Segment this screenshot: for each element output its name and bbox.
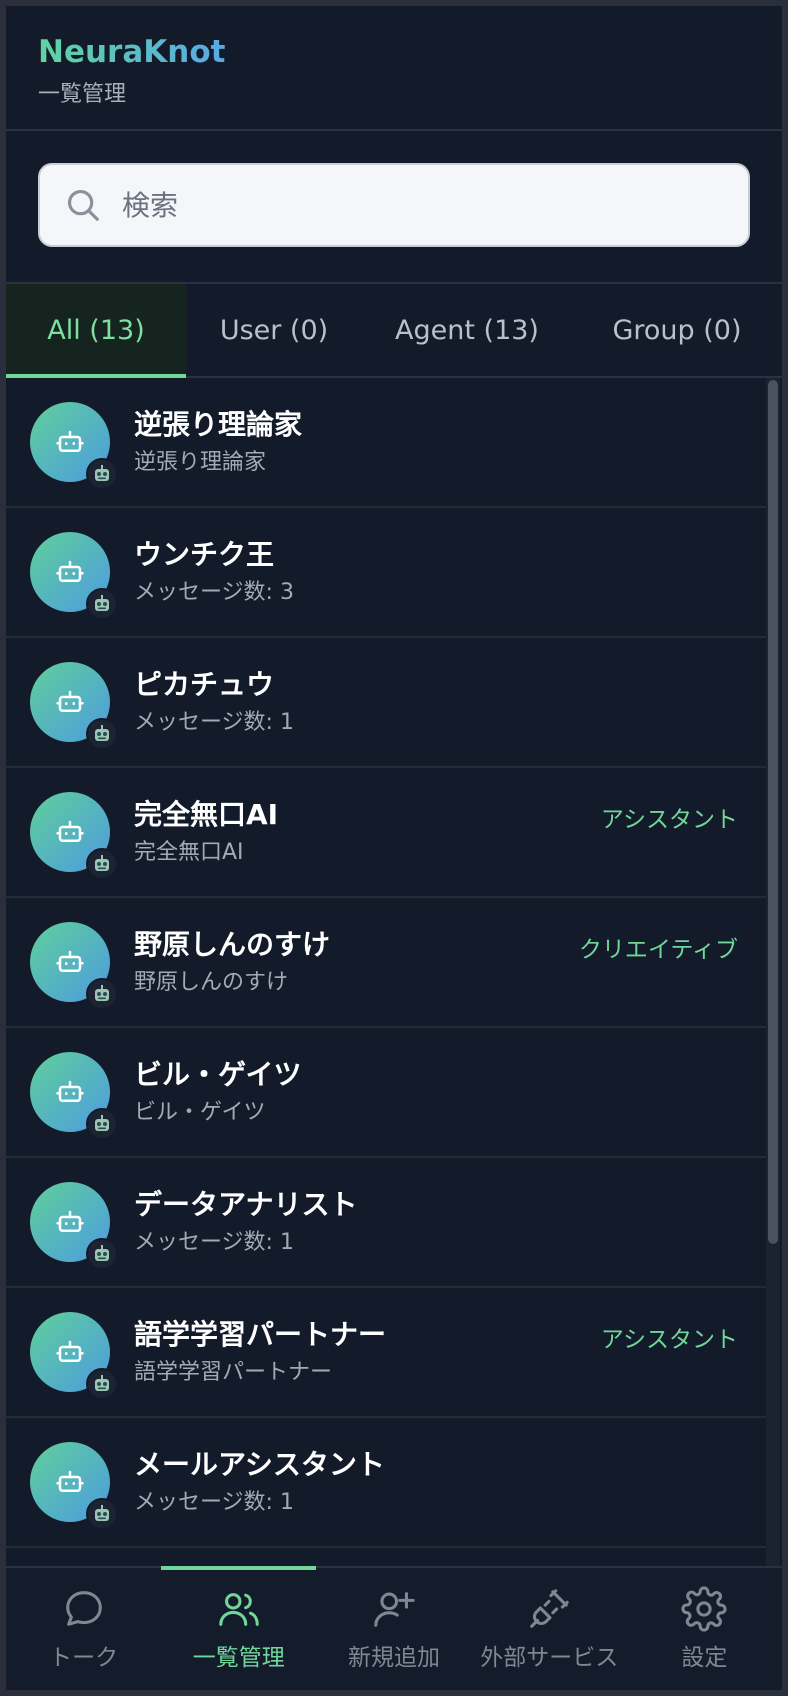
- user-plus-icon: [374, 1592, 415, 1627]
- search-icon: [67, 189, 99, 221]
- page-subtitle: 一覧管理: [38, 82, 127, 107]
- contact-list: 逆張り理論家 逆張り理論家 ウンチク王 メッセージ数: 3 ピカチュウ メッセー…: [6, 378, 782, 1566]
- list-item-name: 完全無口AI: [134, 798, 279, 831]
- robot-face-icon: [86, 718, 118, 750]
- avatar: [30, 922, 118, 1010]
- list-item-text: ウンチク王 メッセージ数: 3: [134, 537, 738, 607]
- search-input[interactable]: [122, 188, 748, 222]
- nav-label: トーク: [49, 1645, 119, 1671]
- app-header: NeuraKnot 一覧管理: [6, 6, 782, 131]
- list-item-subtitle: メッセージ数: 1: [134, 1230, 294, 1255]
- robot-face-icon: [86, 458, 118, 490]
- category-badge: アシスタント: [600, 807, 738, 833]
- tab-user[interactable]: User (0): [186, 284, 362, 376]
- list-item[interactable]: ビル・ゲイツ ビル・ゲイツ: [6, 1028, 770, 1158]
- bot-icon: [56, 1470, 84, 1492]
- list-item-subtitle: 逆張り理論家: [134, 450, 267, 475]
- avatar: [30, 1442, 118, 1530]
- list-item-text: ビル・ゲイツ ビル・ゲイツ: [134, 1057, 738, 1127]
- gear-icon: [681, 1586, 727, 1632]
- avatar: [30, 792, 118, 880]
- robot-face-icon: [86, 978, 118, 1010]
- robot-face-icon: [86, 1108, 118, 1140]
- list-item-subtitle: ビル・ゲイツ: [134, 1100, 266, 1125]
- bot-icon: [56, 690, 84, 712]
- nav-talk[interactable]: トーク: [6, 1568, 161, 1690]
- list-item-subtitle: メッセージ数: 1: [134, 1490, 294, 1515]
- nav-add-new[interactable]: 新規追加: [316, 1568, 471, 1690]
- list-item-name: データアナリスト: [134, 1188, 358, 1221]
- list-item-name: ピカチュウ: [134, 668, 275, 701]
- list-item-subtitle: メッセージ数: 1: [134, 710, 294, 735]
- chat-icon: [65, 1591, 102, 1626]
- list-item-name: ウンチク王: [134, 538, 275, 571]
- list-item[interactable]: ウンチク王 メッセージ数: 3: [6, 508, 770, 638]
- bot-icon: [56, 560, 84, 582]
- nav-external-services[interactable]: 外部サービス: [472, 1568, 627, 1690]
- nav-list-management[interactable]: 一覧管理: [161, 1566, 317, 1690]
- search-box[interactable]: [38, 163, 750, 247]
- avatar: [30, 662, 118, 750]
- avatar: [30, 1052, 118, 1140]
- bot-icon: [56, 820, 84, 842]
- list-item-text: 野原しんのすけ 野原しんのすけ: [134, 927, 579, 997]
- list-item-subtitle: 語学学習パートナー: [134, 1360, 333, 1385]
- bot-icon: [56, 430, 84, 452]
- avatar: [30, 1182, 118, 1270]
- bot-icon: [56, 1210, 84, 1232]
- list-item-text: 語学学習パートナー 語学学習パートナー: [134, 1317, 601, 1387]
- list-item[interactable]: データアナリスト メッセージ数: 1: [6, 1158, 770, 1288]
- category-badge: アシスタント: [600, 1327, 738, 1353]
- list-item[interactable]: 完全無口AI 完全無口AI アシスタント: [6, 768, 770, 898]
- list-item-name: ビル・ゲイツ: [134, 1058, 302, 1091]
- list-item-subtitle: 完全無口AI: [134, 840, 244, 865]
- app-frame: NeuraKnot 一覧管理 All (13) User (0) Agent (…: [6, 6, 782, 1690]
- robot-face-icon: [86, 1238, 118, 1270]
- robot-face-icon: [86, 1368, 118, 1400]
- list-item[interactable]: 語学学習パートナー 語学学習パートナー アシスタント: [6, 1288, 770, 1418]
- list-item-text: ピカチュウ メッセージ数: 1: [134, 667, 738, 737]
- scrollbar-thumb[interactable]: [768, 380, 778, 1244]
- list-item-name: メールアシスタント: [134, 1448, 385, 1481]
- category-badge: クリエイティブ: [578, 937, 738, 963]
- avatar: [30, 532, 118, 620]
- list-item-subtitle: 野原しんのすけ: [134, 970, 289, 995]
- app-title: NeuraKnot: [38, 34, 226, 70]
- list-item-text: 逆張り理論家 逆張り理論家: [134, 407, 738, 477]
- list-item-text: メールアシスタント メッセージ数: 1: [134, 1447, 738, 1517]
- nav-settings[interactable]: 設定: [627, 1568, 782, 1690]
- search-section: [6, 131, 782, 284]
- nav-label: 新規追加: [348, 1645, 440, 1671]
- list-item[interactable]: メールアシスタント メッセージ数: 1: [6, 1418, 770, 1548]
- tab-all[interactable]: All (13): [6, 284, 186, 378]
- users-icon: [219, 1593, 259, 1626]
- list-item-name: 野原しんのすけ: [134, 928, 331, 961]
- tab-group[interactable]: Group (0): [572, 284, 782, 376]
- list-item-text: 完全無口AI 完全無口AI: [134, 797, 601, 867]
- list-item-text: データアナリスト メッセージ数: 1: [134, 1187, 738, 1257]
- bottom-navigation: トーク 一覧管理 新規追加 外部サービス 設定: [6, 1566, 782, 1690]
- list-item-name: 逆張り理論家: [134, 408, 303, 441]
- bot-icon: [56, 1080, 84, 1102]
- avatar: [30, 402, 118, 490]
- robot-face-icon: [86, 1498, 118, 1530]
- tab-agent[interactable]: Agent (13): [362, 284, 572, 376]
- robot-face-icon: [86, 848, 118, 880]
- list-item-name: 語学学習パートナー: [134, 1318, 387, 1351]
- plug-icon: [530, 1589, 569, 1628]
- bot-icon: [56, 950, 84, 972]
- avatar: [30, 1312, 118, 1400]
- robot-face-icon: [86, 588, 118, 620]
- list-item-subtitle: メッセージ数: 3: [134, 580, 294, 605]
- list-item[interactable]: 逆張り理論家 逆張り理論家: [6, 378, 770, 508]
- bot-icon: [56, 1340, 84, 1362]
- list-item[interactable]: ピカチュウ メッセージ数: 1: [6, 638, 770, 768]
- filter-tabs: All (13) User (0) Agent (13) Group (0): [6, 284, 782, 378]
- list-item[interactable]: 野原しんのすけ 野原しんのすけ クリエイティブ: [6, 898, 770, 1028]
- nav-label: 一覧管理: [192, 1645, 285, 1671]
- nav-label: 外部サービス: [480, 1645, 619, 1671]
- nav-label: 設定: [681, 1645, 728, 1671]
